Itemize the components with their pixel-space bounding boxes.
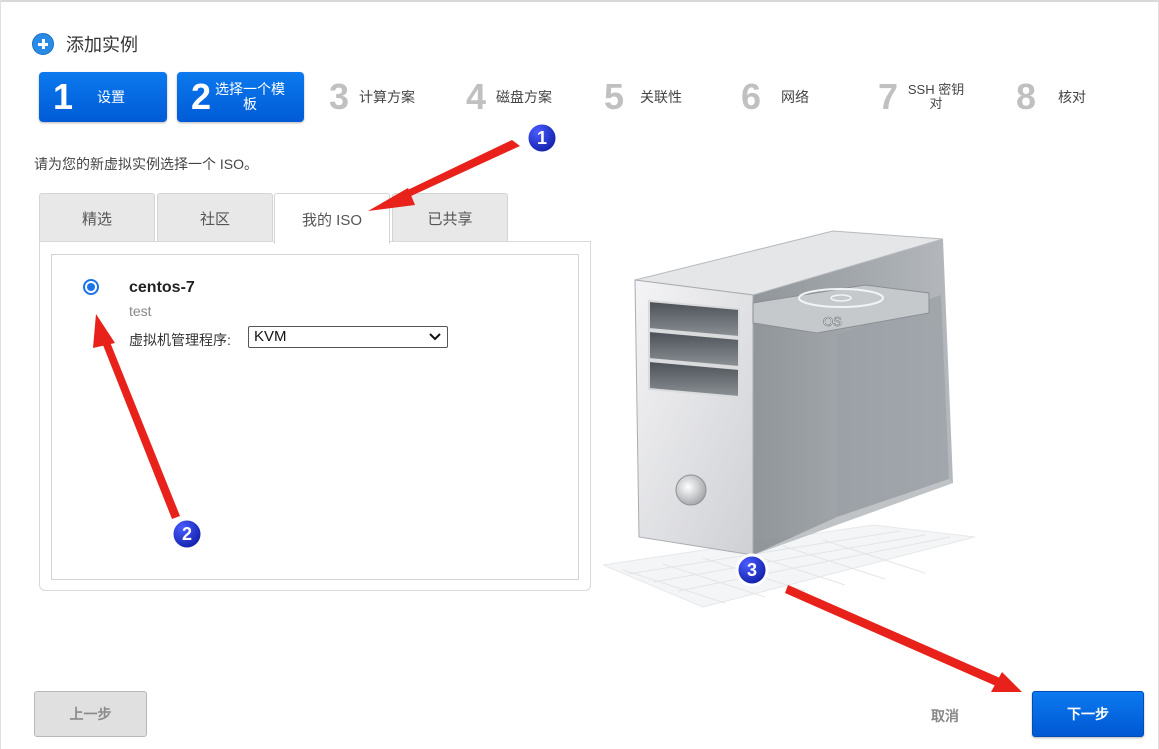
next-button[interactable]: 下一步 <box>1032 691 1144 737</box>
tab-shared[interactable]: 已共享 <box>392 193 508 243</box>
hypervisor-selected-value: KVM <box>254 328 287 345</box>
wizard-steps: 1 设置 2 选择一个模板 3 计算方案 4 磁盘方案 5 关联性 6 网络 7… <box>39 72 1139 122</box>
step-label: 计算方案 <box>359 88 416 105</box>
step-label: 关联性 <box>640 88 683 105</box>
step-7-ssh-keypair: 7 SSH 密钥对 <box>878 72 978 122</box>
plus-circle-icon <box>32 33 54 55</box>
hypervisor-label: 虚拟机管理程序: <box>129 332 231 348</box>
step-label: SSH 密钥对 <box>907 82 965 111</box>
step-5-affinity: 5 关联性 <box>604 72 704 122</box>
window-top-border <box>0 0 1159 2</box>
tab-my-iso[interactable]: 我的 ISO <box>274 193 390 244</box>
previous-button[interactable]: 上一步 <box>34 691 147 737</box>
iso-list: centos-7 test 虚拟机管理程序: KVM <box>51 254 579 580</box>
step-number: 3 <box>329 76 350 117</box>
step-3-compute-offering: 3 计算方案 <box>329 72 439 122</box>
step-label: 网络 <box>781 88 810 105</box>
step-number: 6 <box>741 76 762 117</box>
step-label: 核对 <box>1058 88 1087 105</box>
hypervisor-select[interactable]: KVM <box>248 326 448 348</box>
instruction-text: 请为您的新虚拟实例选择一个 ISO。 <box>34 156 259 172</box>
step-2-select-template[interactable]: 2 选择一个模板 <box>177 72 304 122</box>
step-6-network: 6 网络 <box>741 72 831 122</box>
iso-description: test <box>129 303 152 319</box>
iso-radio-button[interactable] <box>83 279 99 295</box>
tab-featured[interactable]: 精选 <box>39 193 155 243</box>
step-number: 8 <box>1016 76 1037 117</box>
dialog-header: 添加实例 <box>32 30 138 58</box>
window-left-border <box>0 0 1 749</box>
disc-os-label: OS <box>823 314 842 329</box>
step-number: 7 <box>878 76 899 117</box>
dialog-title: 添加实例 <box>66 35 138 55</box>
step-label: 选择一个模板 <box>215 81 286 112</box>
tab-panel-my-iso: centos-7 test 虚拟机管理程序: KVM <box>39 241 591 591</box>
server-illustration: OS <box>603 230 976 608</box>
annotation-badge-1: 1 <box>525 121 559 155</box>
iso-name: centos-7 <box>129 279 195 296</box>
step-number: 1 <box>53 76 74 117</box>
step-label: 设置 <box>97 88 126 105</box>
step-number: 5 <box>604 76 625 117</box>
step-label: 磁盘方案 <box>496 88 553 105</box>
step-4-disk-offering: 4 磁盘方案 <box>466 72 576 122</box>
step-8-review: 8 核对 <box>1016 72 1106 122</box>
step-number: 4 <box>466 76 487 117</box>
cancel-button[interactable]: 取消 <box>915 704 975 728</box>
step-number: 2 <box>191 76 212 117</box>
step-1-settings[interactable]: 1 设置 <box>39 72 167 122</box>
annotation-number: 1 <box>537 128 547 148</box>
tab-community[interactable]: 社区 <box>157 193 273 243</box>
chevron-down-icon <box>429 333 441 341</box>
